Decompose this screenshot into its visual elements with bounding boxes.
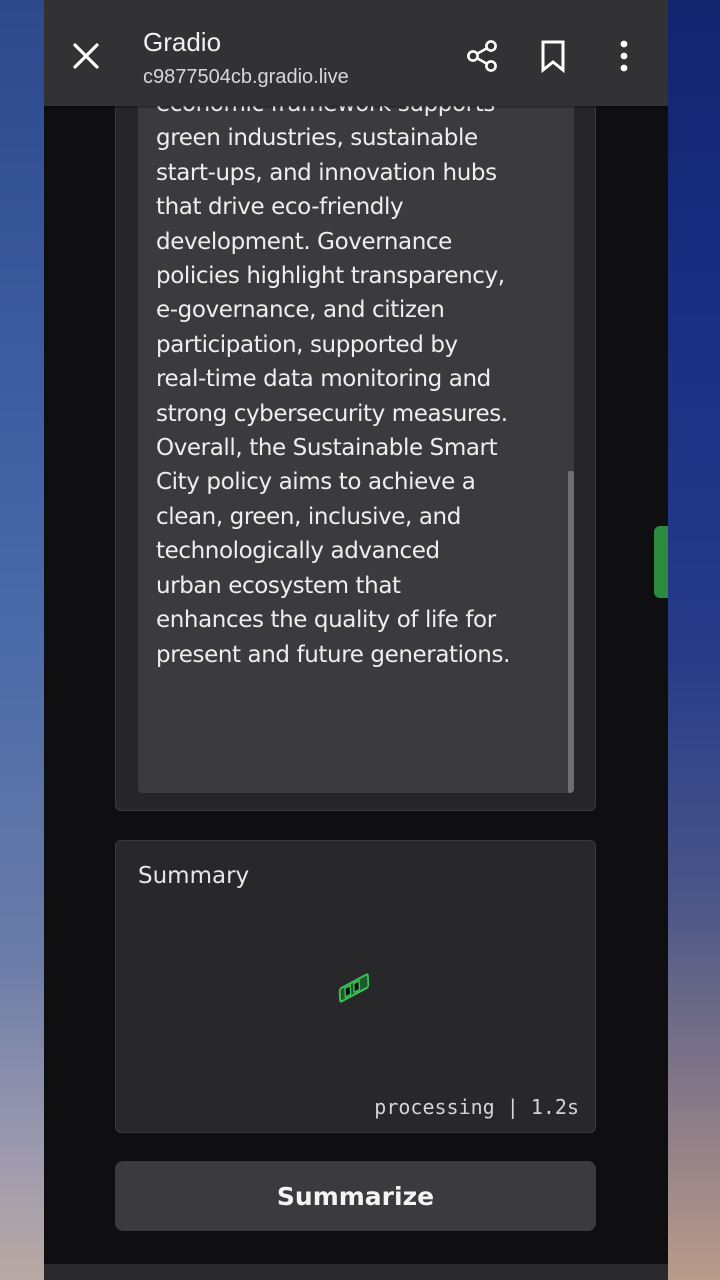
input-textarea[interactable]: economic framework supports green indust… xyxy=(138,61,574,793)
textarea-scrollbar[interactable] xyxy=(568,471,574,793)
page-title: Gradio xyxy=(143,27,222,57)
close-icon[interactable] xyxy=(66,36,106,76)
edge-panel-handle-bar xyxy=(654,526,668,598)
summarize-button[interactable]: Summarize xyxy=(115,1161,596,1231)
input-textbox-block: economic framework supports green indust… xyxy=(115,60,596,811)
more-vert-icon[interactable] xyxy=(604,36,644,76)
summary-output-block: Summary processing | 1.2s xyxy=(115,840,596,1133)
input-text: economic framework supports green indust… xyxy=(156,91,510,668)
bookmark-icon[interactable] xyxy=(533,36,573,76)
share-icon[interactable] xyxy=(462,36,502,76)
gradio-app-window: economic framework supports green indust… xyxy=(44,0,668,1280)
loading-spinner-icon xyxy=(332,971,376,1009)
background-right xyxy=(668,0,720,1280)
summary-label: Summary xyxy=(138,863,250,889)
progress-status: processing | 1.2s xyxy=(374,1095,579,1119)
custom-tab-toolbar: Gradio c9877504cb.gradio.live xyxy=(44,0,668,106)
edge-panel-handle[interactable] xyxy=(646,518,668,606)
background-left xyxy=(0,0,44,1280)
bottom-edge xyxy=(44,1264,668,1280)
page-url[interactable]: c9877504cb.gradio.live xyxy=(143,64,349,90)
